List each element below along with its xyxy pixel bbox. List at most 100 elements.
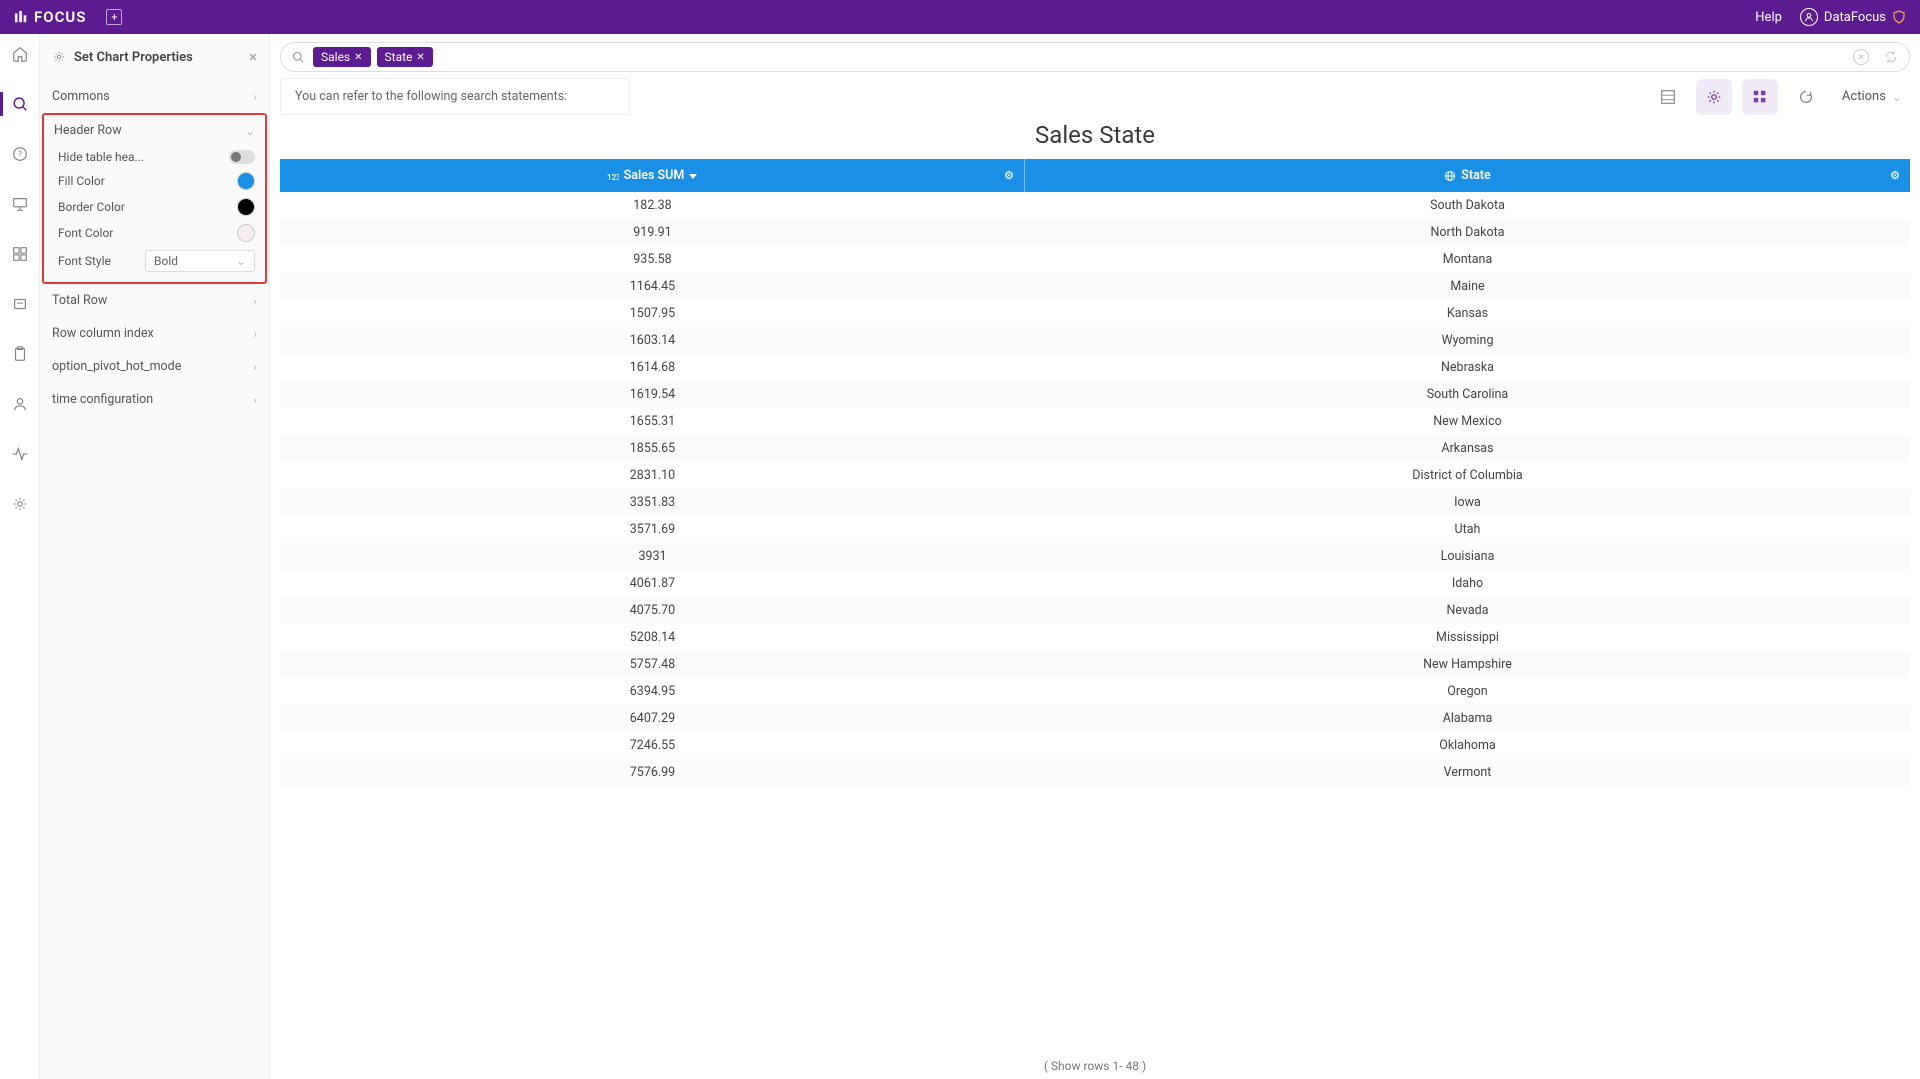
table-row[interactable]: 1164.45Maine bbox=[280, 273, 1910, 300]
rail-clipboard[interactable] bbox=[0, 342, 39, 366]
cell-state: Arkansas bbox=[1025, 435, 1910, 462]
toolbar-refresh-button[interactable] bbox=[1788, 79, 1824, 115]
font-style-select[interactable]: Bold⌄ bbox=[145, 250, 255, 272]
section-row-column-index[interactable]: Row column index› bbox=[40, 317, 269, 350]
section-commons[interactable]: Commons› bbox=[40, 80, 269, 113]
rail-activity[interactable] bbox=[0, 442, 39, 466]
chart-title: Sales State bbox=[280, 121, 1910, 149]
refresh-icon[interactable] bbox=[1883, 49, 1899, 65]
rail-resource[interactable] bbox=[0, 292, 39, 316]
cell-sales: 182.38 bbox=[280, 192, 1025, 219]
cell-sales: 3931 bbox=[280, 543, 1025, 570]
chart-toolbar: Actions⌄ bbox=[1650, 79, 1910, 115]
rail-home[interactable] bbox=[0, 42, 39, 66]
search-hint: You can refer to the following search st… bbox=[280, 78, 630, 115]
globe-icon bbox=[1444, 170, 1456, 182]
rail-user[interactable] bbox=[0, 392, 39, 416]
search-icon bbox=[291, 50, 305, 64]
table-row[interactable]: 919.91North Dakota bbox=[280, 219, 1910, 246]
search-pill[interactable]: Sales✕ bbox=[313, 47, 371, 67]
cell-sales: 1164.45 bbox=[280, 273, 1025, 300]
section-total-row[interactable]: Total Row› bbox=[40, 284, 269, 317]
table-row[interactable]: 6407.29Alabama bbox=[280, 705, 1910, 732]
rail-help[interactable]: ? bbox=[0, 142, 39, 166]
chevron-down-icon: ⌄ bbox=[245, 124, 255, 138]
pill-remove-icon[interactable]: ✕ bbox=[416, 52, 424, 63]
cell-sales: 7246.55 bbox=[280, 732, 1025, 759]
svg-text:?: ? bbox=[18, 149, 22, 159]
section-pivot-mode[interactable]: option_pivot_hot_mode› bbox=[40, 350, 269, 383]
table-row[interactable]: 1603.14Wyoming bbox=[280, 327, 1910, 354]
border-color-swatch[interactable] bbox=[237, 198, 255, 216]
table-row[interactable]: 1655.31New Mexico bbox=[280, 408, 1910, 435]
pill-remove-icon[interactable]: ✕ bbox=[354, 52, 362, 63]
cell-state: Mississippi bbox=[1025, 624, 1910, 651]
number-icon: 123 bbox=[607, 170, 619, 182]
cell-state: Kansas bbox=[1025, 300, 1910, 327]
cell-state: Oregon bbox=[1025, 678, 1910, 705]
table-row[interactable]: 3351.83Iowa bbox=[280, 489, 1910, 516]
sort-down-icon bbox=[689, 172, 697, 180]
rail-settings[interactable] bbox=[0, 492, 39, 516]
cell-sales: 1603.14 bbox=[280, 327, 1025, 354]
column-header-sales[interactable]: 123 Sales SUM ⚙ bbox=[280, 159, 1025, 192]
prop-hide-header: Hide table hea... bbox=[44, 146, 265, 168]
rail-data[interactable] bbox=[0, 242, 39, 266]
table-row[interactable]: 5208.14Mississippi bbox=[280, 624, 1910, 651]
toolbar-scale-button[interactable] bbox=[1650, 79, 1686, 115]
table-row[interactable]: 1855.65Arkansas bbox=[280, 435, 1910, 462]
clear-search-button[interactable]: × bbox=[1853, 49, 1869, 65]
shield-icon bbox=[1892, 10, 1906, 24]
chevron-right-icon: › bbox=[253, 393, 257, 407]
section-time-config[interactable]: time configuration› bbox=[40, 383, 269, 416]
help-link[interactable]: Help bbox=[1755, 10, 1782, 25]
section-header-row[interactable]: Header Row⌄ bbox=[44, 115, 265, 146]
hide-header-toggle[interactable] bbox=[229, 150, 255, 164]
toolbar-settings-button[interactable] bbox=[1696, 79, 1732, 115]
chevron-right-icon: › bbox=[253, 90, 257, 104]
chart-properties-panel: Set Chart Properties × Commons› Header R… bbox=[40, 34, 270, 1079]
cell-sales: 935.58 bbox=[280, 246, 1025, 273]
search-pills: Sales✕ State✕ bbox=[313, 47, 433, 67]
column-header-state[interactable]: State ⚙ bbox=[1025, 159, 1910, 192]
prop-border-color: Border Color bbox=[44, 194, 265, 220]
search-bar[interactable]: Sales✕ State✕ × bbox=[280, 42, 1910, 72]
close-panel-button[interactable]: × bbox=[249, 48, 257, 66]
table-row[interactable]: 3571.69Utah bbox=[280, 516, 1910, 543]
table-row[interactable]: 7576.99Vermont bbox=[280, 759, 1910, 786]
cell-state: South Carolina bbox=[1025, 381, 1910, 408]
column-settings-icon[interactable]: ⚙ bbox=[1004, 169, 1014, 182]
fill-color-swatch[interactable] bbox=[237, 172, 255, 190]
table-row[interactable]: 1507.95Kansas bbox=[280, 300, 1910, 327]
cell-sales: 1614.68 bbox=[280, 354, 1025, 381]
table-row[interactable]: 4075.70Nevada bbox=[280, 597, 1910, 624]
table-row[interactable]: 5757.48New Hampshire bbox=[280, 651, 1910, 678]
table-row[interactable]: 2831.10District of Columbia bbox=[280, 462, 1910, 489]
table-row[interactable]: 6394.95Oregon bbox=[280, 678, 1910, 705]
cell-sales: 4075.70 bbox=[280, 597, 1025, 624]
rail-present[interactable] bbox=[0, 192, 39, 216]
table-row[interactable]: 935.58Montana bbox=[280, 246, 1910, 273]
cell-sales: 1855.65 bbox=[280, 435, 1025, 462]
toolbar-chart-type-button[interactable] bbox=[1742, 79, 1778, 115]
table-row[interactable]: 3931Louisiana bbox=[280, 543, 1910, 570]
table-row[interactable]: 1614.68Nebraska bbox=[280, 354, 1910, 381]
brand-logo[interactable]: FOCUS bbox=[14, 8, 86, 26]
user-menu[interactable]: DataFocus bbox=[1800, 8, 1906, 26]
actions-dropdown[interactable]: Actions⌄ bbox=[1834, 89, 1910, 104]
cell-sales: 1619.54 bbox=[280, 381, 1025, 408]
table-row[interactable]: 7246.55Oklahoma bbox=[280, 732, 1910, 759]
cell-state: North Dakota bbox=[1025, 219, 1910, 246]
table-row[interactable]: 182.38South Dakota bbox=[280, 192, 1910, 219]
table-row[interactable]: 4061.87Idaho bbox=[280, 570, 1910, 597]
add-tab-button[interactable]: + bbox=[106, 9, 122, 25]
cell-state: Alabama bbox=[1025, 705, 1910, 732]
brand-name: FOCUS bbox=[34, 8, 86, 26]
search-pill[interactable]: State✕ bbox=[377, 47, 433, 67]
rail-search[interactable] bbox=[0, 92, 39, 116]
column-settings-icon[interactable]: ⚙ bbox=[1890, 169, 1900, 182]
table-row[interactable]: 1619.54South Carolina bbox=[280, 381, 1910, 408]
chevron-right-icon: › bbox=[253, 294, 257, 308]
cell-state: Nevada bbox=[1025, 597, 1910, 624]
font-color-swatch[interactable] bbox=[237, 224, 255, 242]
